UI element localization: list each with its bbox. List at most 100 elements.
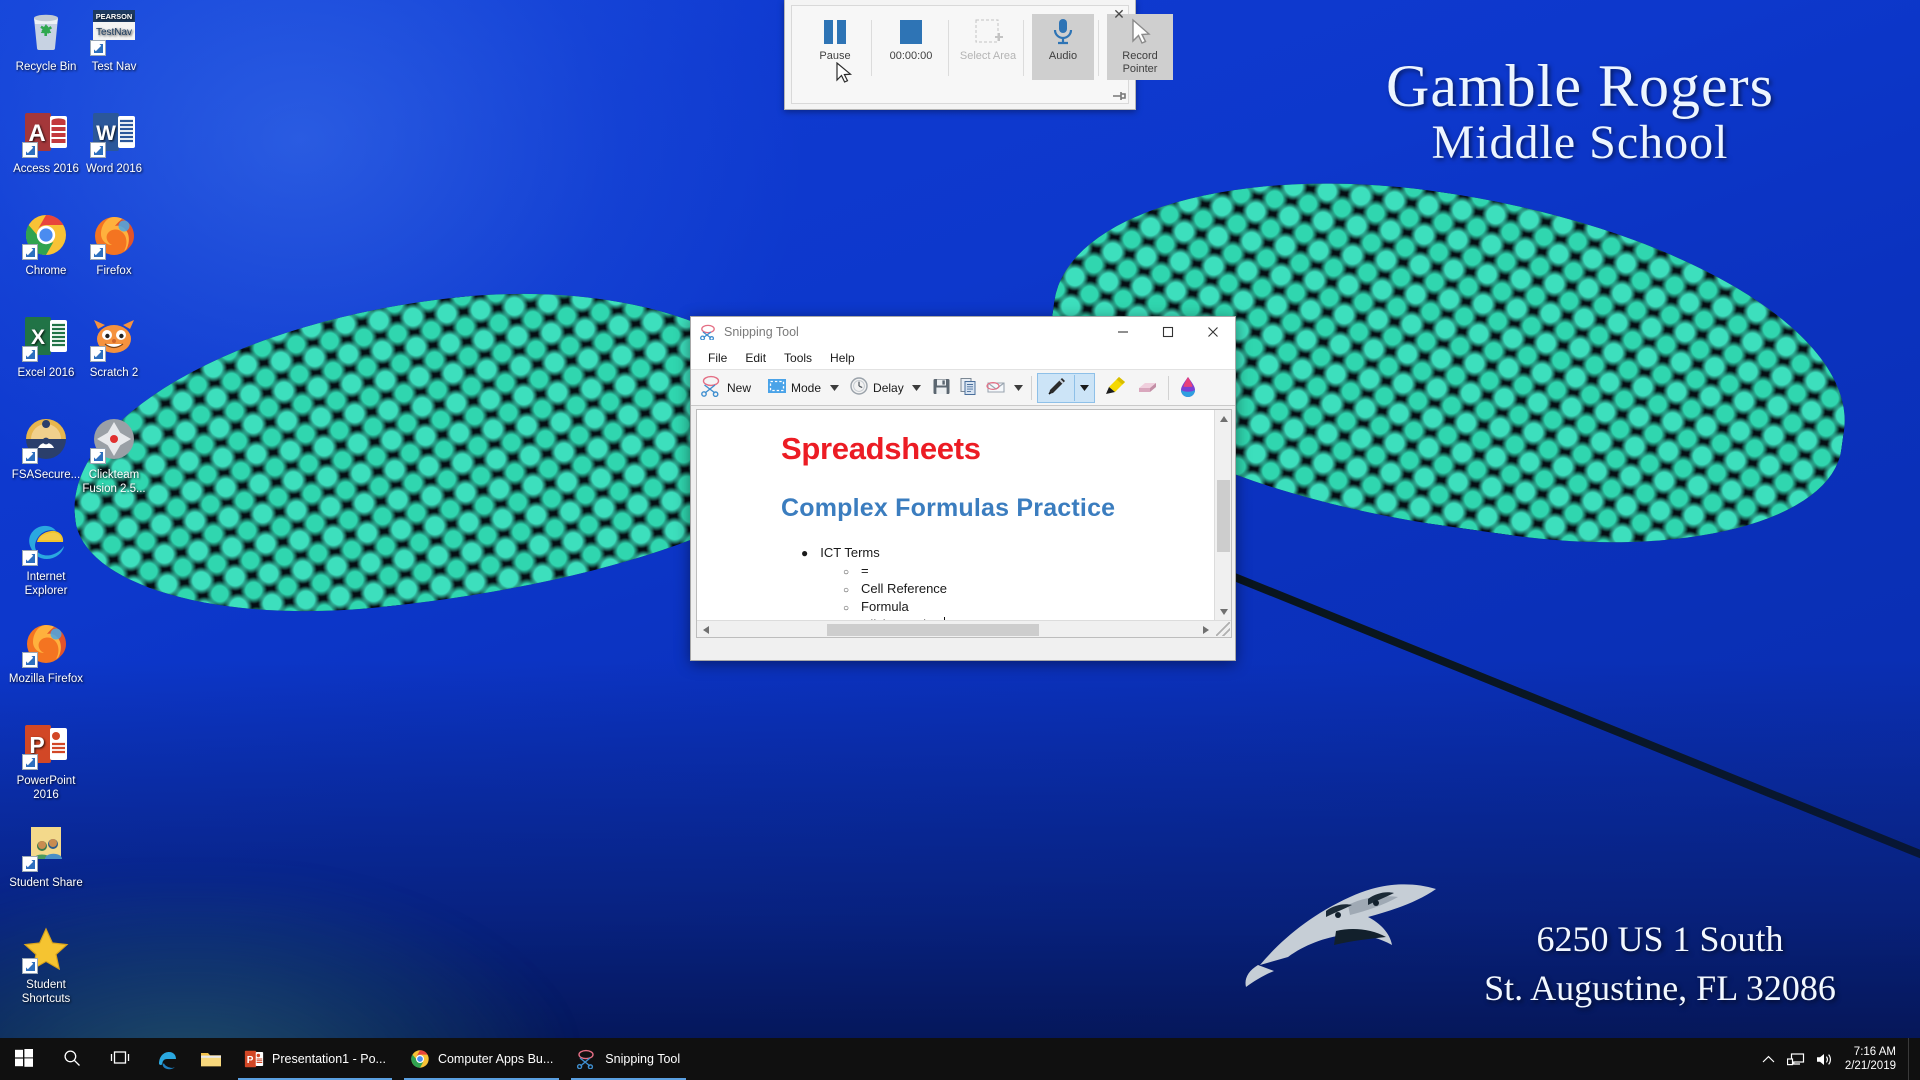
highlighter-button[interactable]	[1099, 373, 1131, 403]
snipping-tool-window[interactable]: Snipping Tool File Edit Tools Help New M…	[690, 316, 1236, 661]
scroll-down-arrow-icon[interactable]	[1215, 603, 1231, 620]
vertical-scrollbar[interactable]	[1214, 410, 1231, 620]
desktop-icon-powerpoint-2016[interactable]: P PowerPoint 2016	[8, 722, 84, 803]
window-resize-grip[interactable]	[1216, 622, 1230, 636]
desktop-icon-test-nav[interactable]: PEARSON TestNav Test Nav	[76, 8, 152, 74]
copy-snip-button[interactable]	[955, 373, 982, 403]
wallpaper-address-line2: St. Augustine, FL 32086	[1484, 967, 1836, 1008]
email-dropdown-caret-icon[interactable]	[1012, 373, 1026, 403]
desktop-icon-word-2016[interactable]: W Word 2016	[76, 110, 152, 176]
stingray-mascot-logo	[1245, 884, 1436, 987]
word-icon: W	[90, 110, 138, 158]
minimize-button[interactable]	[1100, 317, 1145, 347]
clock-date: 2/21/2019	[1844, 1060, 1896, 1072]
pin-icon[interactable]	[1111, 89, 1127, 103]
tray-expand-chevron-icon[interactable]	[1755, 1038, 1783, 1080]
taskbar[interactable]: P Presentation1 - Po... Computer Apps Bu…	[0, 1038, 1920, 1080]
horizontal-scroll-thumb[interactable]	[827, 624, 1039, 636]
email-snip-button[interactable]	[982, 373, 1012, 403]
select-area-icon	[957, 14, 1019, 50]
mode-button[interactable]: Mode	[763, 373, 827, 403]
mode-dropdown-caret-icon[interactable]	[827, 373, 841, 403]
desktop-icon-chrome[interactable]: Chrome	[8, 212, 84, 278]
recorder-timer: 00:00:00	[889, 50, 933, 62]
shortcut-overlay-icon	[90, 40, 106, 56]
recorder-stop-timer-button[interactable]: 00:00:00	[880, 14, 942, 80]
wallpaper-address-line1: 6250 US 1 South	[1536, 919, 1784, 959]
desktop-icon-mozilla-firefox[interactable]: Mozilla Firefox	[8, 620, 84, 686]
desktop-icon-student-share[interactable]: Student Share	[8, 824, 84, 890]
desktop-icon-scratch-2[interactable]: Scratch 2	[76, 314, 152, 380]
close-button[interactable]	[1190, 317, 1235, 347]
scroll-right-arrow-icon[interactable]	[1197, 621, 1214, 637]
desktop-icon-internet-explorer[interactable]: Internet Explorer	[8, 518, 84, 599]
desktop-icon-recycle-bin[interactable]: Recycle Bin	[8, 8, 84, 74]
selection-rectangle-icon	[767, 377, 787, 398]
pen-dropdown-caret-icon[interactable]	[1075, 374, 1094, 402]
volume-icon[interactable]	[1811, 1038, 1839, 1080]
recorder-record-pointer-button[interactable]: Record Pointer	[1107, 14, 1173, 80]
taskbar-app-chrome[interactable]: Computer Apps Bu...	[398, 1038, 565, 1080]
desktop-icon-label: Student Share	[9, 877, 83, 889]
recorder-audio-button[interactable]: Audio	[1032, 14, 1094, 80]
search-icon	[63, 1049, 81, 1070]
taskbar-app-snipping-tool[interactable]: Snipping Tool	[565, 1038, 692, 1080]
menu-item-help[interactable]: Help	[821, 349, 864, 367]
snipping-tool-toolbar[interactable]: New Mode Delay	[691, 369, 1235, 406]
testnav-icon: PEARSON TestNav	[90, 8, 138, 56]
show-desktop-button[interactable]	[1908, 1038, 1916, 1080]
menu-item-tools[interactable]: Tools	[775, 349, 821, 367]
vertical-scroll-thumb[interactable]	[1217, 480, 1230, 552]
taskbar-app-powerpoint[interactable]: P Presentation1 - Po...	[232, 1038, 398, 1080]
recycle-bin-icon	[22, 8, 70, 56]
desktop-icon-student-shortcuts[interactable]: Student Shortcuts	[8, 926, 84, 1007]
delay-dropdown-caret-icon[interactable]	[910, 373, 924, 403]
recorder-close-button[interactable]: ✕	[1110, 6, 1128, 22]
desktop-icon-label: Clickteam Fusion 2.5...	[82, 469, 146, 496]
edge-icon	[156, 1049, 176, 1070]
desktop-icon-fsa-secure[interactable]: FSASecure...	[8, 416, 84, 482]
new-snip-button[interactable]: New	[697, 373, 757, 403]
scroll-up-arrow-icon[interactable]	[1215, 410, 1231, 427]
task-view-icon	[110, 1049, 130, 1070]
snipping-tool-menubar[interactable]: File Edit Tools Help	[691, 347, 1235, 369]
recorder-pause-button[interactable]: Pause	[804, 14, 866, 80]
network-icon[interactable]	[1783, 1038, 1811, 1080]
clock[interactable]: 7:16 AM 2/21/2019	[1839, 1038, 1908, 1080]
taskbar-pinned-edge[interactable]	[144, 1038, 188, 1080]
maximize-button[interactable]	[1145, 317, 1190, 347]
snip-image-canvas[interactable]: Spreadsheets Complex Formulas Practice ●…	[697, 410, 1214, 637]
start-button[interactable]	[0, 1038, 48, 1080]
desktop-icon-access-2016[interactable]: A Access 2016	[8, 110, 84, 176]
menu-item-file[interactable]: File	[699, 349, 736, 367]
recorder-separator-3	[1023, 20, 1024, 76]
task-view-button[interactable]	[96, 1038, 144, 1080]
folder-icon	[200, 1049, 221, 1069]
desktop-icon-excel-2016[interactable]: X Excel 2016	[8, 314, 84, 380]
snip-preview-area[interactable]: Spreadsheets Complex Formulas Practice ●…	[696, 409, 1232, 638]
ink-color-button[interactable]	[1174, 373, 1202, 403]
screen-recorder-toolbar[interactable]: Pause 00:00:00 Select Area Audio Record …	[784, 0, 1173, 110]
delay-button[interactable]: Delay	[845, 373, 910, 403]
chrome-icon	[22, 212, 70, 260]
pen-button[interactable]	[1038, 374, 1074, 402]
menu-item-edit[interactable]: Edit	[736, 349, 775, 367]
desktop-icon-clickteam-fusion[interactable]: Clickteam Fusion 2.5...	[76, 416, 152, 497]
eraser-button[interactable]	[1131, 373, 1163, 403]
desktop-icon-firefox[interactable]: Firefox	[76, 212, 152, 278]
taskbar-pinned-file-explorer[interactable]	[188, 1038, 232, 1080]
save-snip-button[interactable]	[928, 373, 955, 403]
search-button[interactable]	[48, 1038, 96, 1080]
shortcut-overlay-icon	[22, 958, 38, 974]
system-tray[interactable]: 7:16 AM 2/21/2019	[1755, 1038, 1920, 1080]
scissors-icon	[701, 375, 723, 400]
pen-tool-group[interactable]	[1036, 372, 1095, 403]
scroll-left-arrow-icon[interactable]	[697, 621, 714, 637]
horizontal-scrollbar[interactable]	[697, 620, 1231, 637]
recorder-record-pointer-label: Record Pointer	[1122, 50, 1158, 75]
copy-icon	[959, 377, 978, 399]
desktop[interactable]: Gamble Rogers Middle School 6250 US 1 So…	[0, 0, 1920, 1080]
recorder-select-area-button[interactable]: Select Area	[957, 14, 1019, 80]
shortcut-overlay-icon	[90, 244, 106, 260]
snipping-tool-titlebar[interactable]: Snipping Tool	[691, 317, 1235, 347]
